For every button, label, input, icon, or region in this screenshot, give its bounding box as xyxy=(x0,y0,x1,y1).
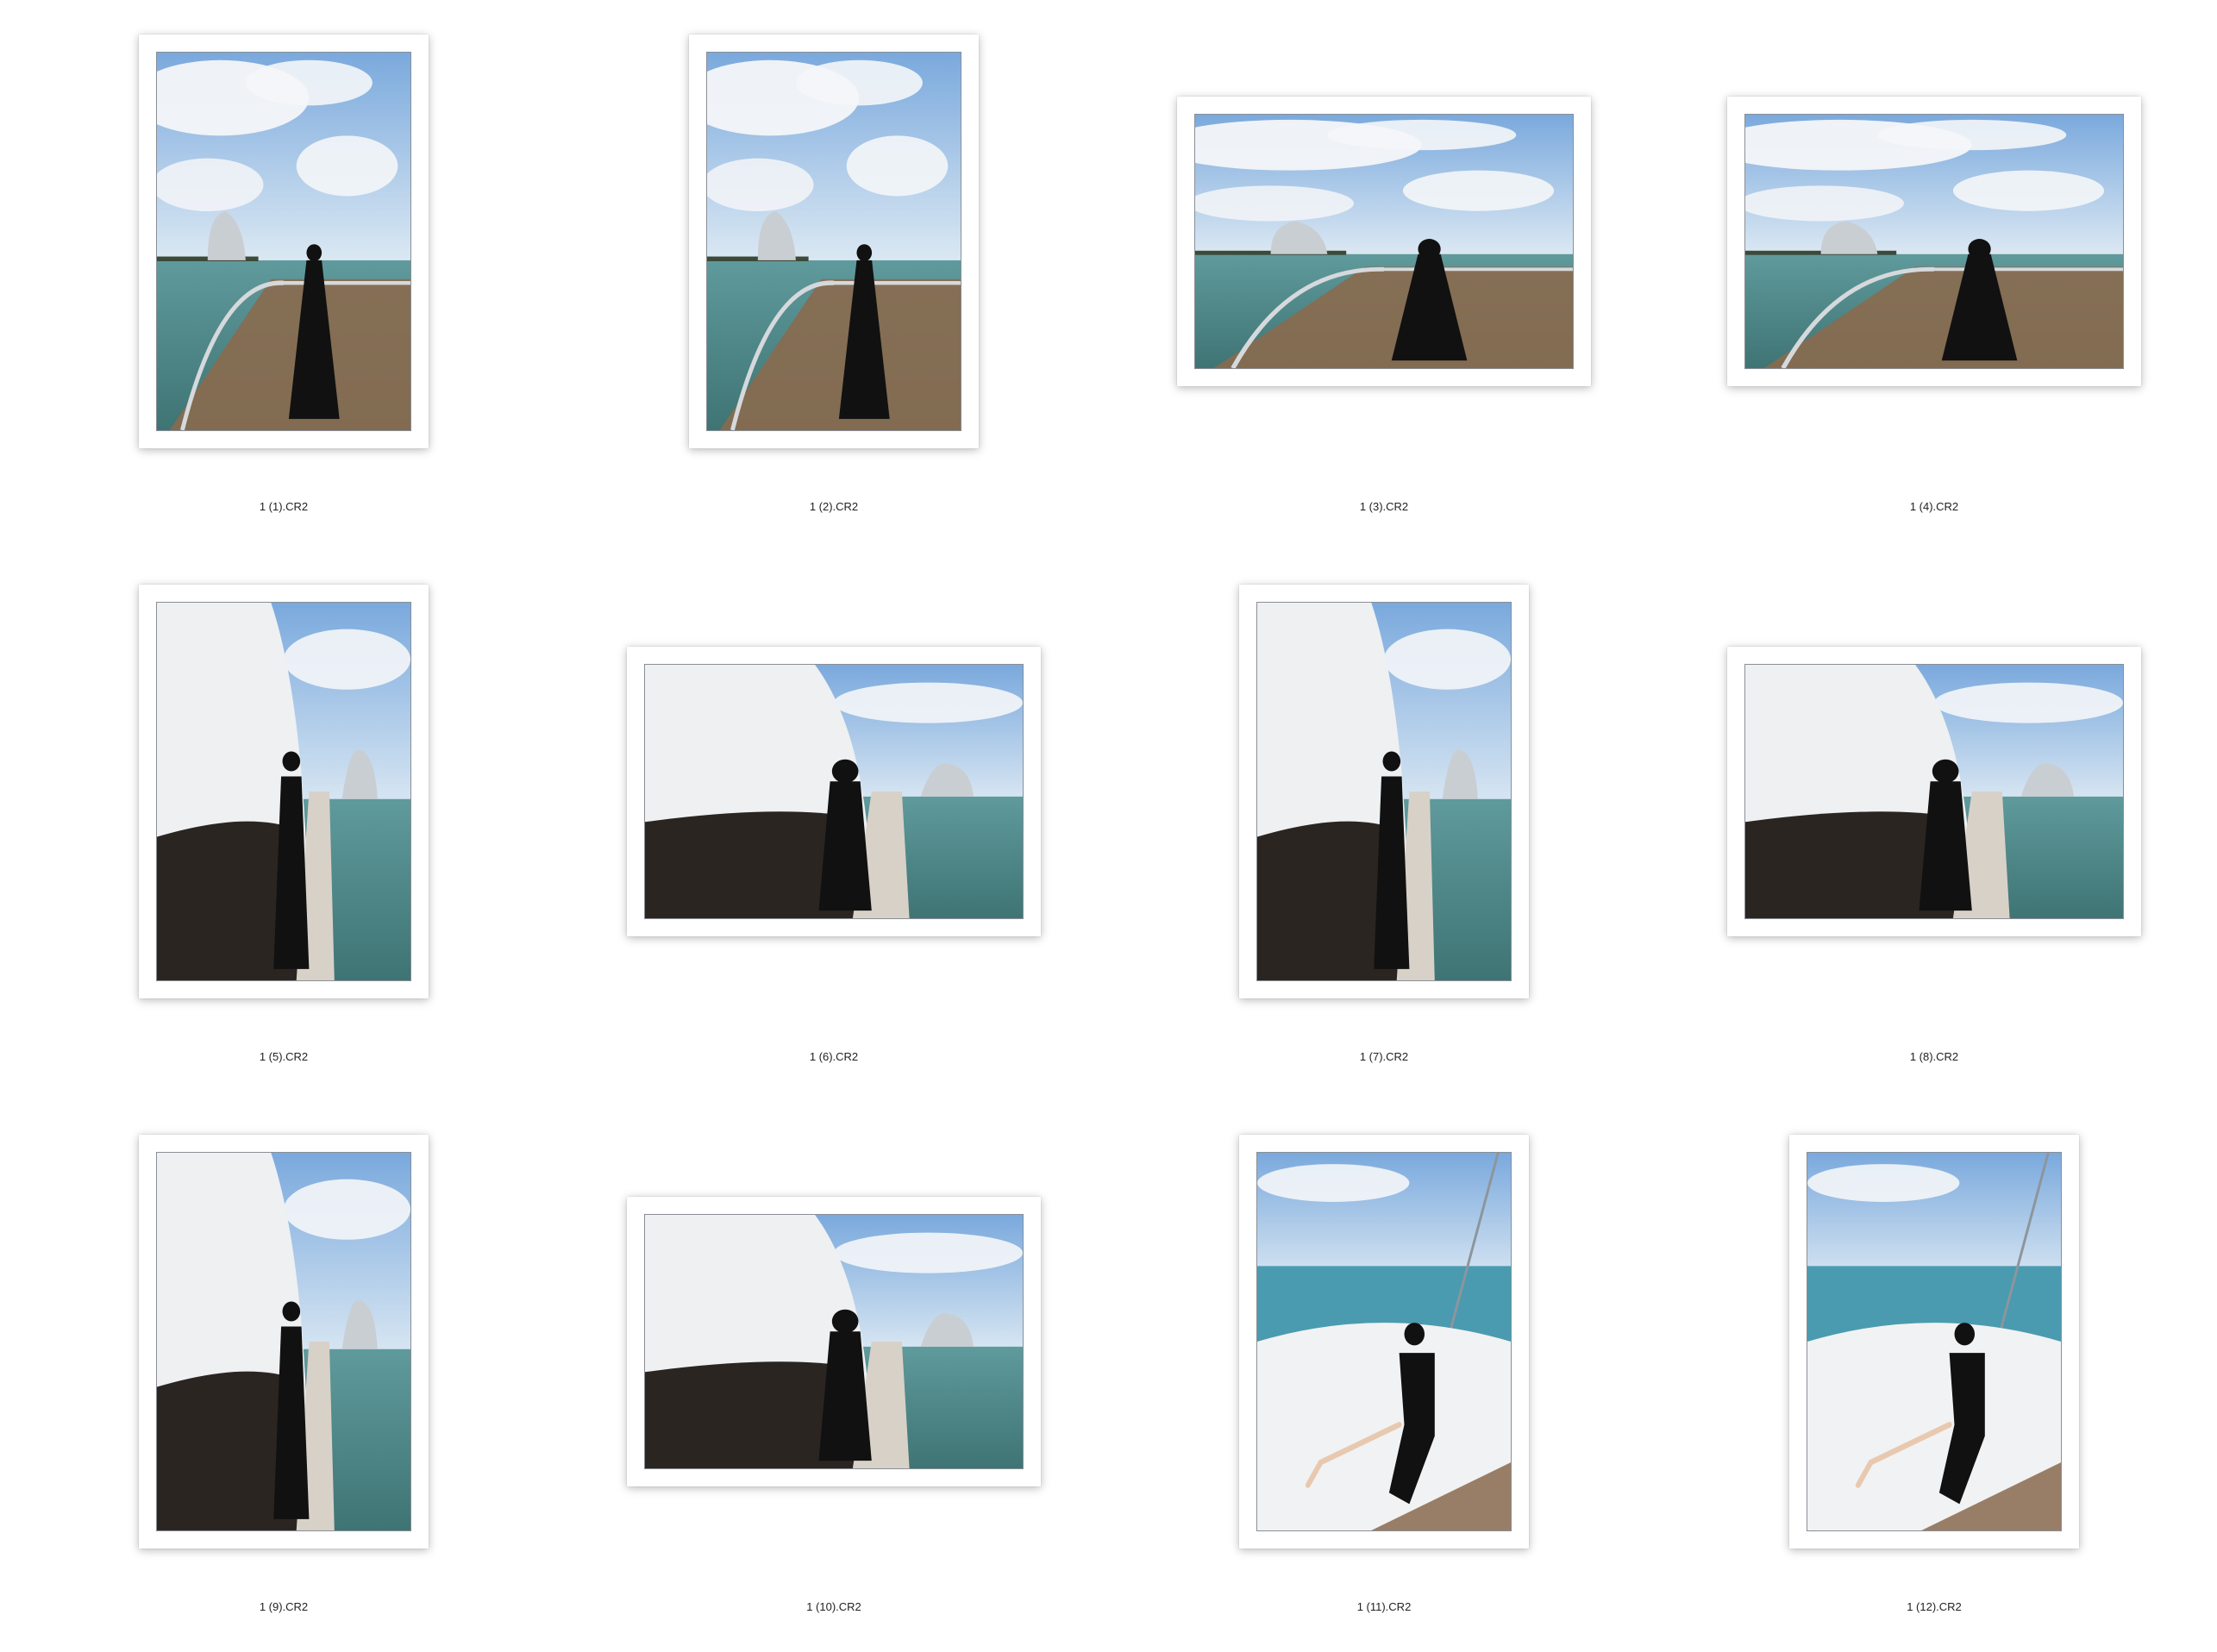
file-name-label[interactable]: 1 (1).CR2 xyxy=(0,500,567,513)
photo-thumbnail-icon xyxy=(1256,1152,1512,1531)
file-name-label[interactable]: 1 (9).CR2 xyxy=(0,1600,567,1613)
thumbnail-area xyxy=(1650,550,2217,1016)
thumbnail-area xyxy=(0,550,567,1016)
file-name-label[interactable]: 1 (4).CR2 xyxy=(1650,500,2217,513)
photo-thumbnail-icon xyxy=(644,664,1024,919)
thumbnail-item[interactable]: 1 (7).CR2 xyxy=(1100,550,1668,1102)
thumbnail-area xyxy=(550,1100,1118,1566)
thumbnail-item[interactable]: 1 (6).CR2 xyxy=(550,550,1118,1102)
thumbnail-area xyxy=(1100,0,1668,466)
photo-thumbnail-icon xyxy=(1194,114,1574,369)
thumbnail-frame[interactable] xyxy=(1239,585,1529,998)
photo-thumbnail-icon xyxy=(1744,114,2124,369)
photo-thumbnail-icon xyxy=(1744,664,2124,919)
thumbnail-item[interactable]: 1 (10).CR2 xyxy=(550,1100,1118,1652)
thumbnail-item[interactable]: 1 (3).CR2 xyxy=(1100,0,1668,552)
thumbnail-frame[interactable] xyxy=(627,1197,1041,1486)
thumbnail-frame[interactable] xyxy=(1239,1135,1529,1549)
photo-thumbnail-icon xyxy=(1256,602,1512,981)
thumbnail-area xyxy=(0,1100,567,1566)
thumbnail-frame[interactable] xyxy=(139,1135,429,1549)
thumbnail-frame[interactable] xyxy=(1727,97,2141,386)
thumbnail-item[interactable]: 1 (9).CR2 xyxy=(0,1100,567,1652)
thumbnail-item[interactable]: 1 (12).CR2 xyxy=(1650,1100,2217,1652)
thumbnail-area xyxy=(0,0,567,466)
photo-thumbnail-icon xyxy=(1807,1152,2062,1531)
photo-thumbnail-icon xyxy=(156,52,411,431)
thumbnail-item[interactable]: 1 (2).CR2 xyxy=(550,0,1118,552)
thumbnail-frame[interactable] xyxy=(627,647,1041,936)
thumbnail-grid: 1 (1).CR2 1 (2).CR2 1 (3).CR2 1 (4).CR2 xyxy=(0,0,2217,1635)
thumbnail-area xyxy=(550,0,1118,466)
thumbnail-item[interactable]: 1 (8).CR2 xyxy=(1650,550,2217,1102)
file-name-label[interactable]: 1 (7).CR2 xyxy=(1100,1050,1668,1063)
thumbnail-item[interactable]: 1 (4).CR2 xyxy=(1650,0,2217,552)
thumbnail-frame[interactable] xyxy=(1177,97,1591,386)
thumbnail-frame[interactable] xyxy=(1789,1135,2079,1549)
file-name-label[interactable]: 1 (5).CR2 xyxy=(0,1050,567,1063)
photo-thumbnail-icon xyxy=(644,1214,1024,1469)
file-name-label[interactable]: 1 (6).CR2 xyxy=(550,1050,1118,1063)
file-name-label[interactable]: 1 (11).CR2 xyxy=(1100,1600,1668,1613)
thumbnail-item[interactable]: 1 (5).CR2 xyxy=(0,550,567,1102)
thumbnail-area xyxy=(1650,0,2217,466)
file-name-label[interactable]: 1 (10).CR2 xyxy=(550,1600,1118,1613)
file-name-label[interactable]: 1 (2).CR2 xyxy=(550,500,1118,513)
file-name-label[interactable]: 1 (3).CR2 xyxy=(1100,500,1668,513)
thumbnail-frame[interactable] xyxy=(139,585,429,998)
thumbnail-area xyxy=(1100,1100,1668,1566)
file-name-label[interactable]: 1 (12).CR2 xyxy=(1650,1600,2217,1613)
photo-thumbnail-icon xyxy=(706,52,961,431)
thumbnail-frame[interactable] xyxy=(139,34,429,448)
thumbnail-frame[interactable] xyxy=(1727,647,2141,936)
thumbnail-item[interactable]: 1 (11).CR2 xyxy=(1100,1100,1668,1652)
thumbnail-area xyxy=(1650,1100,2217,1566)
photo-thumbnail-icon xyxy=(156,1152,411,1531)
thumbnail-item[interactable]: 1 (1).CR2 xyxy=(0,0,567,552)
thumbnail-area xyxy=(1100,550,1668,1016)
thumbnail-frame[interactable] xyxy=(689,34,979,448)
file-name-label[interactable]: 1 (8).CR2 xyxy=(1650,1050,2217,1063)
photo-thumbnail-icon xyxy=(156,602,411,981)
thumbnail-area xyxy=(550,550,1118,1016)
